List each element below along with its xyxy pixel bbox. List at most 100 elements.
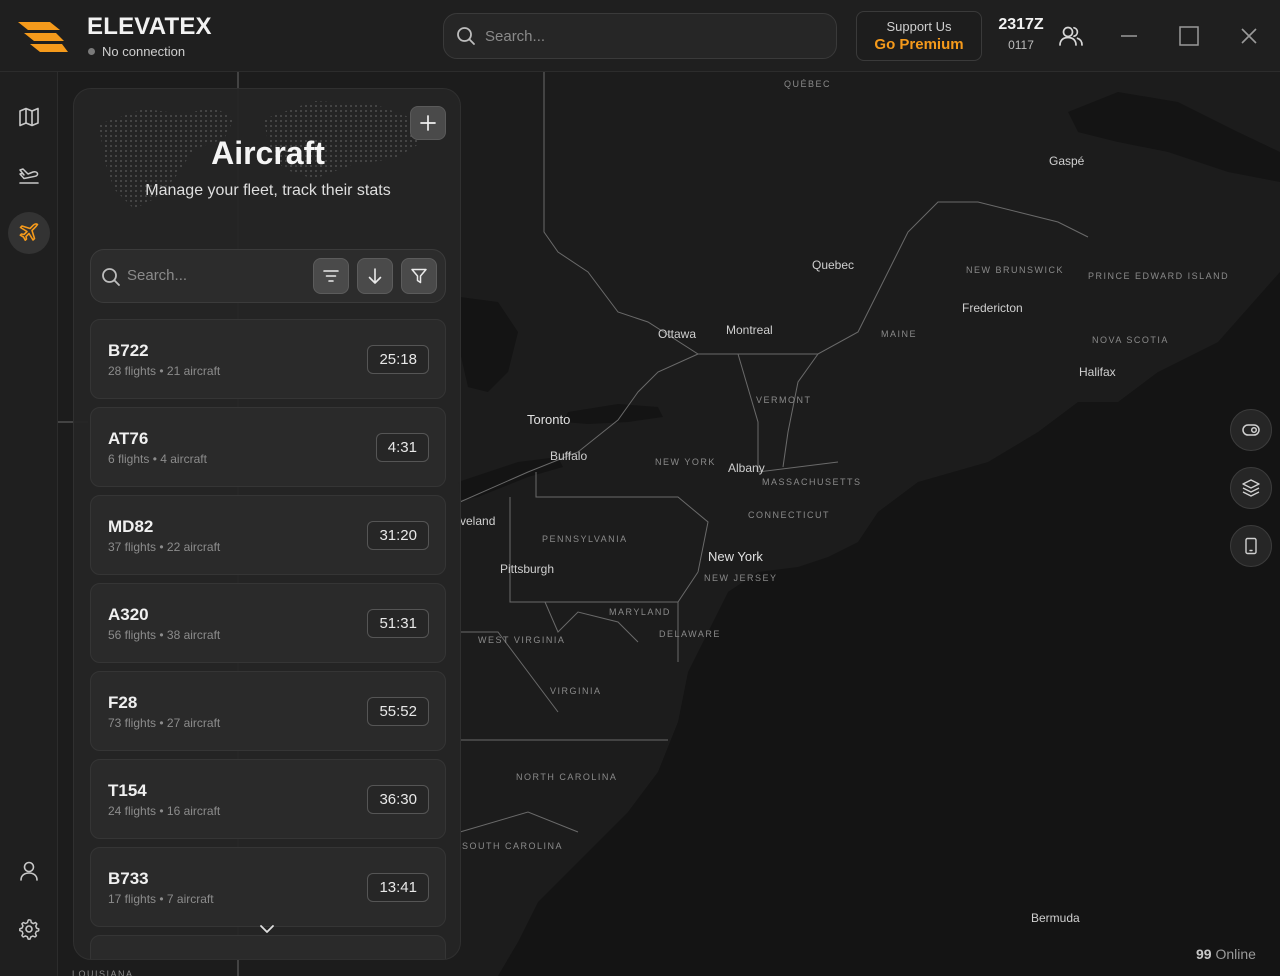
- visibility-toggle-icon: [1242, 424, 1260, 436]
- map-label-quebec-province: QUÉBEC: [784, 79, 832, 89]
- online-counter: 99 Online: [1196, 946, 1256, 962]
- profile-icon: [20, 861, 38, 881]
- aircraft-card[interactable]: B722 28 flights • 21 aircraft 25:18: [90, 319, 446, 399]
- maximize-button[interactable]: [1174, 20, 1204, 52]
- aircraft-time-badge: 55:52: [367, 697, 429, 726]
- minimize-icon: [1121, 35, 1137, 37]
- map-label-connecticut: CONNECTICUT: [748, 510, 830, 520]
- sort-options-button[interactable]: [313, 258, 349, 294]
- map-label-north-carolina: NORTH CAROLINA: [516, 772, 618, 782]
- go-premium-label: Go Premium: [874, 36, 964, 53]
- close-button[interactable]: [1234, 20, 1264, 52]
- map-label-gaspe: Gaspé: [1049, 154, 1085, 168]
- map-label-toronto: Toronto: [527, 412, 571, 427]
- map-label-south-carolina: SOUTH CAROLINA: [462, 841, 564, 851]
- aircraft-meta: 28 flights • 21 aircraft: [108, 364, 221, 378]
- aircraft-time-badge: 31:20: [367, 521, 429, 550]
- filter-button[interactable]: [401, 258, 437, 294]
- plus-icon: [420, 115, 436, 131]
- map-label-new-york-state: NEW YORK: [655, 457, 716, 467]
- aircraft-card-partial[interactable]: [90, 935, 446, 959]
- map-label-new-york-city: New York: [708, 549, 763, 564]
- aircraft-meta: 17 flights • 7 aircraft: [108, 892, 214, 906]
- close-icon: [1241, 28, 1257, 44]
- map-icon: [19, 107, 39, 127]
- map-layers-button[interactable]: [1230, 467, 1272, 509]
- aircraft-meta: 6 flights • 4 aircraft: [108, 452, 207, 466]
- map-label-delaware: DELAWARE: [659, 629, 721, 639]
- connection-status: No connection: [88, 44, 185, 59]
- rail-aircraft-button[interactable]: [8, 212, 50, 254]
- aircraft-code: AT76: [108, 429, 149, 448]
- maximize-icon: [1179, 26, 1199, 46]
- map-label-virginia: VIRGINIA: [550, 686, 602, 696]
- settings-icon: [19, 919, 40, 940]
- go-premium-button[interactable]: Support Us Go Premium: [856, 11, 982, 61]
- aircraft-time-badge: 36:30: [367, 785, 429, 814]
- filter-icon: [411, 268, 427, 284]
- zulu-time: 2317Z: [998, 16, 1044, 33]
- users-button[interactable]: [1056, 20, 1086, 52]
- aircraft-card[interactable]: B733 17 flights • 7 aircraft 13:41: [90, 847, 446, 927]
- aircraft-card[interactable]: MD82 37 flights • 22 aircraft 31:20: [90, 495, 446, 575]
- aircraft-panel: Aircraft Manage your fleet, track their …: [73, 88, 461, 960]
- sort-direction-button[interactable]: [357, 258, 393, 294]
- map-label-pennsylvania: PENNSYLVANIA: [542, 534, 628, 544]
- aircraft-meta: 73 flights • 27 aircraft: [108, 716, 221, 730]
- aircraft-time-badge: 25:18: [367, 345, 429, 374]
- local-time: 0117: [1008, 38, 1034, 52]
- aircraft-card[interactable]: T154 24 flights • 16 aircraft 36:30: [90, 759, 446, 839]
- aircraft-panel-header: Aircraft Manage your fleet, track their …: [74, 89, 460, 239]
- map-label-maryland: MARYLAND: [609, 607, 671, 617]
- map-label-bermuda: Bermuda: [1031, 911, 1080, 925]
- map-label-maine: MAINE: [881, 329, 918, 339]
- app-name: ELEVATEX: [87, 13, 212, 40]
- rail-settings-button[interactable]: [8, 908, 50, 950]
- global-search[interactable]: [443, 13, 837, 59]
- map-label-west-virginia: WEST VIRGINIA: [478, 635, 566, 645]
- aircraft-card[interactable]: A320 56 flights • 38 aircraft 51:31: [90, 583, 446, 663]
- map-label-vermont: VERMONT: [756, 395, 812, 405]
- rail-flights-button[interactable]: [8, 154, 50, 196]
- map-label-cleveland: veland: [460, 514, 496, 528]
- search-icon: [102, 268, 120, 286]
- map-tablet-button[interactable]: [1230, 525, 1272, 567]
- chevron-down-icon[interactable]: [258, 923, 276, 935]
- aircraft-code: B733: [108, 869, 149, 888]
- online-count: 99: [1196, 946, 1212, 962]
- map-label-pei: PRINCE EDWARD ISLAND: [1088, 271, 1230, 281]
- aircraft-card[interactable]: AT76 6 flights • 4 aircraft 4:31: [90, 407, 446, 487]
- map-label-massachusetts: MASSACHUSETTS: [762, 477, 862, 487]
- online-label: Online: [1215, 946, 1256, 962]
- rail-profile-button[interactable]: [8, 850, 50, 892]
- aircraft-card[interactable]: F28 73 flights • 27 aircraft 55:52: [90, 671, 446, 751]
- users-icon: [1059, 26, 1083, 46]
- aircraft-code: A320: [108, 605, 149, 624]
- aircraft-time-badge: 4:31: [375, 433, 429, 462]
- panel-subtitle: Manage your fleet, track their stats: [145, 182, 391, 199]
- map-label-buffalo: Buffalo: [550, 449, 588, 463]
- connection-status-label: No connection: [102, 44, 186, 59]
- minimize-button[interactable]: [1114, 20, 1144, 52]
- map-visibility-button[interactable]: [1230, 409, 1272, 451]
- title-bar: ELEVATEX No connection Support Us Go Pre…: [0, 0, 1280, 72]
- rail-map-button[interactable]: [8, 96, 50, 138]
- aircraft-icon: [19, 223, 39, 241]
- aircraft-time-badge: 13:41: [367, 873, 429, 902]
- map-label-ottawa: Ottawa: [658, 327, 697, 341]
- map-label-new-brunswick: NEW BRUNSWICK: [966, 265, 1064, 275]
- map-label-montreal: Montreal: [726, 323, 773, 337]
- global-search-input[interactable]: [485, 27, 815, 45]
- support-us-label: Support Us: [886, 19, 952, 34]
- aircraft-search-input[interactable]: [127, 267, 307, 284]
- search-icon: [457, 27, 475, 45]
- flights-icon: [19, 168, 39, 184]
- aircraft-meta: 56 flights • 38 aircraft: [108, 628, 221, 642]
- map-label-halifax: Halifax: [1079, 365, 1116, 379]
- arrow-down-icon: [368, 268, 382, 284]
- aircraft-time-badge: 51:31: [367, 609, 429, 638]
- aircraft-code: F28: [108, 693, 138, 712]
- aircraft-code: B722: [108, 341, 149, 360]
- map-label-pittsburgh: Pittsburgh: [500, 562, 555, 576]
- map-label-louisiana: LOUISIANA: [72, 969, 134, 976]
